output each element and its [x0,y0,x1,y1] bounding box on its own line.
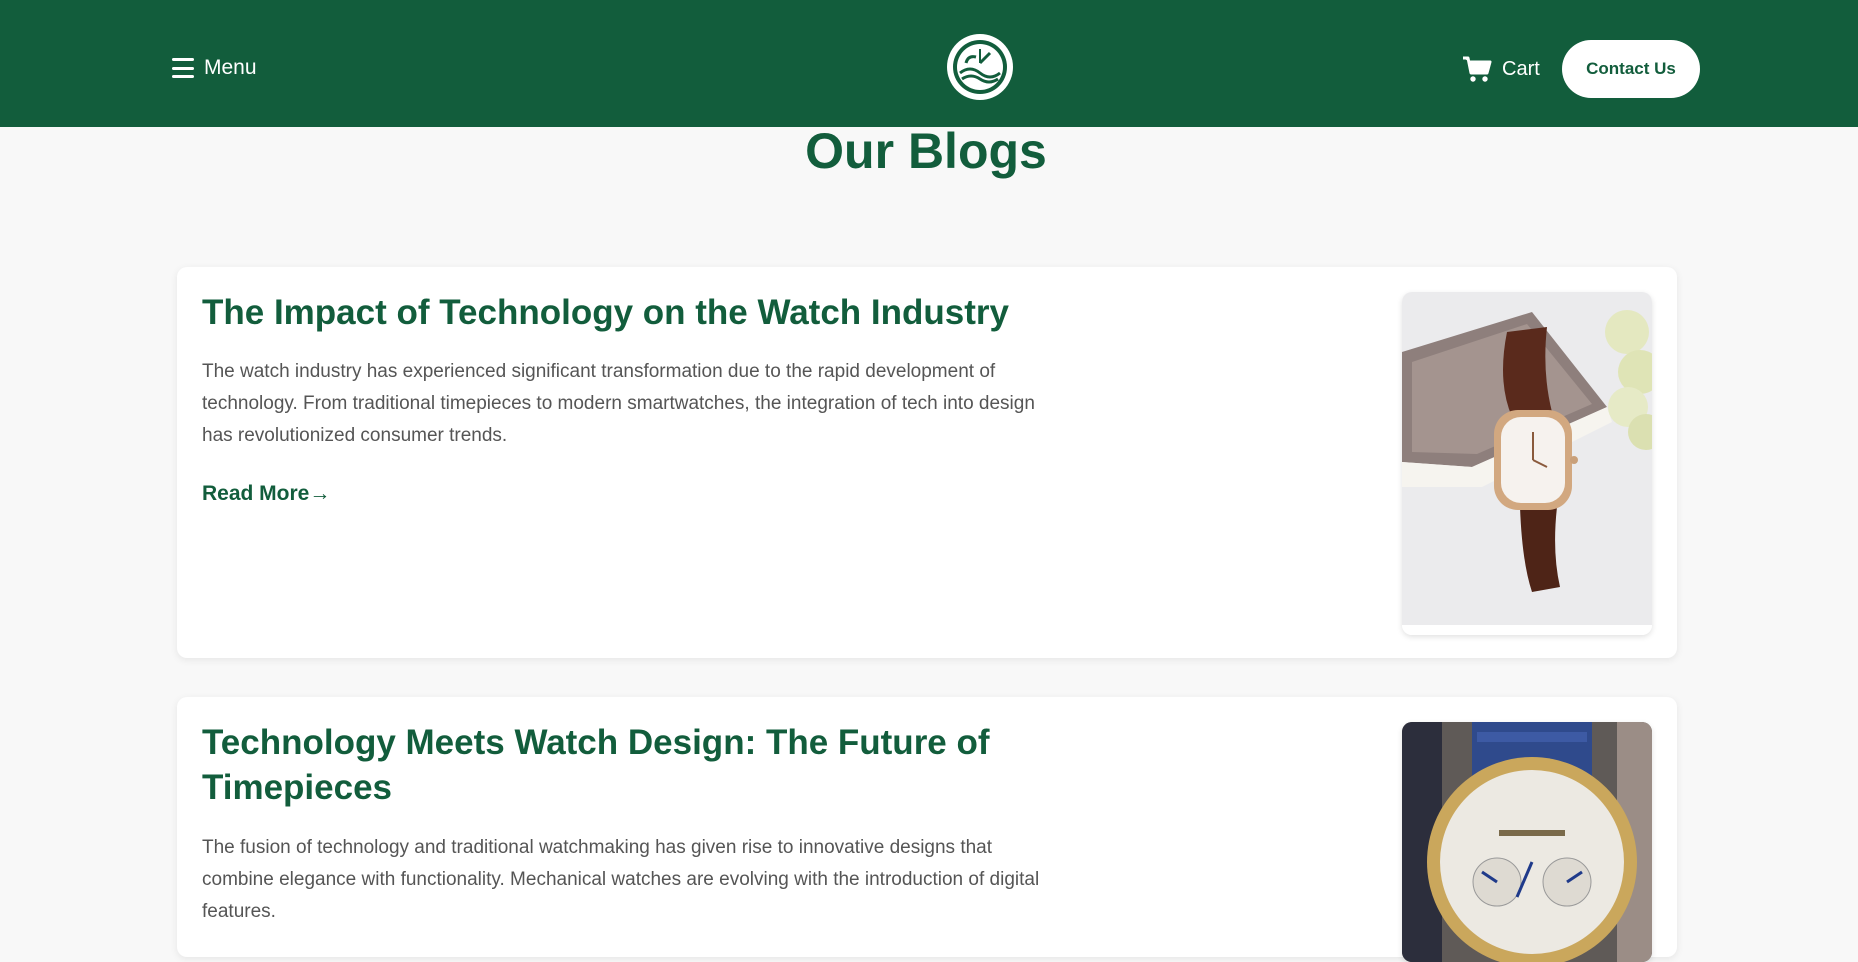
blog-title[interactable]: The Impact of Technology on the Watch In… [202,290,1062,335]
blog-excerpt: The watch industry has experienced signi… [202,361,1035,446]
blog-title[interactable]: Technology Meets Watch Design: The Futur… [202,720,1062,810]
blog-card: The Impact of Technology on the Watch In… [177,267,1677,658]
blog-image-leather-watch[interactable] [1402,292,1652,635]
page-title: Our Blogs [805,123,1047,179]
cart-icon [1463,56,1492,82]
read-more-link[interactable]: Read More→ [202,482,330,506]
site-header: Menu Cart Contact Us [0,0,1858,127]
menu-label: Menu [204,56,257,79]
menu-icon [172,58,194,78]
blog-excerpt: The fusion of technology and traditional… [202,837,1040,922]
contact-us-button[interactable]: Contact Us [1562,40,1700,98]
menu-button[interactable]: Menu [172,56,257,80]
blog-card: Technology Meets Watch Design: The Futur… [177,697,1677,962]
blog-image-chronograph-watch[interactable] [1402,722,1652,962]
cart-label: Cart [1502,57,1540,80]
cart-link[interactable]: Cart [1462,55,1540,83]
logo-watch-icon[interactable] [946,33,1014,101]
